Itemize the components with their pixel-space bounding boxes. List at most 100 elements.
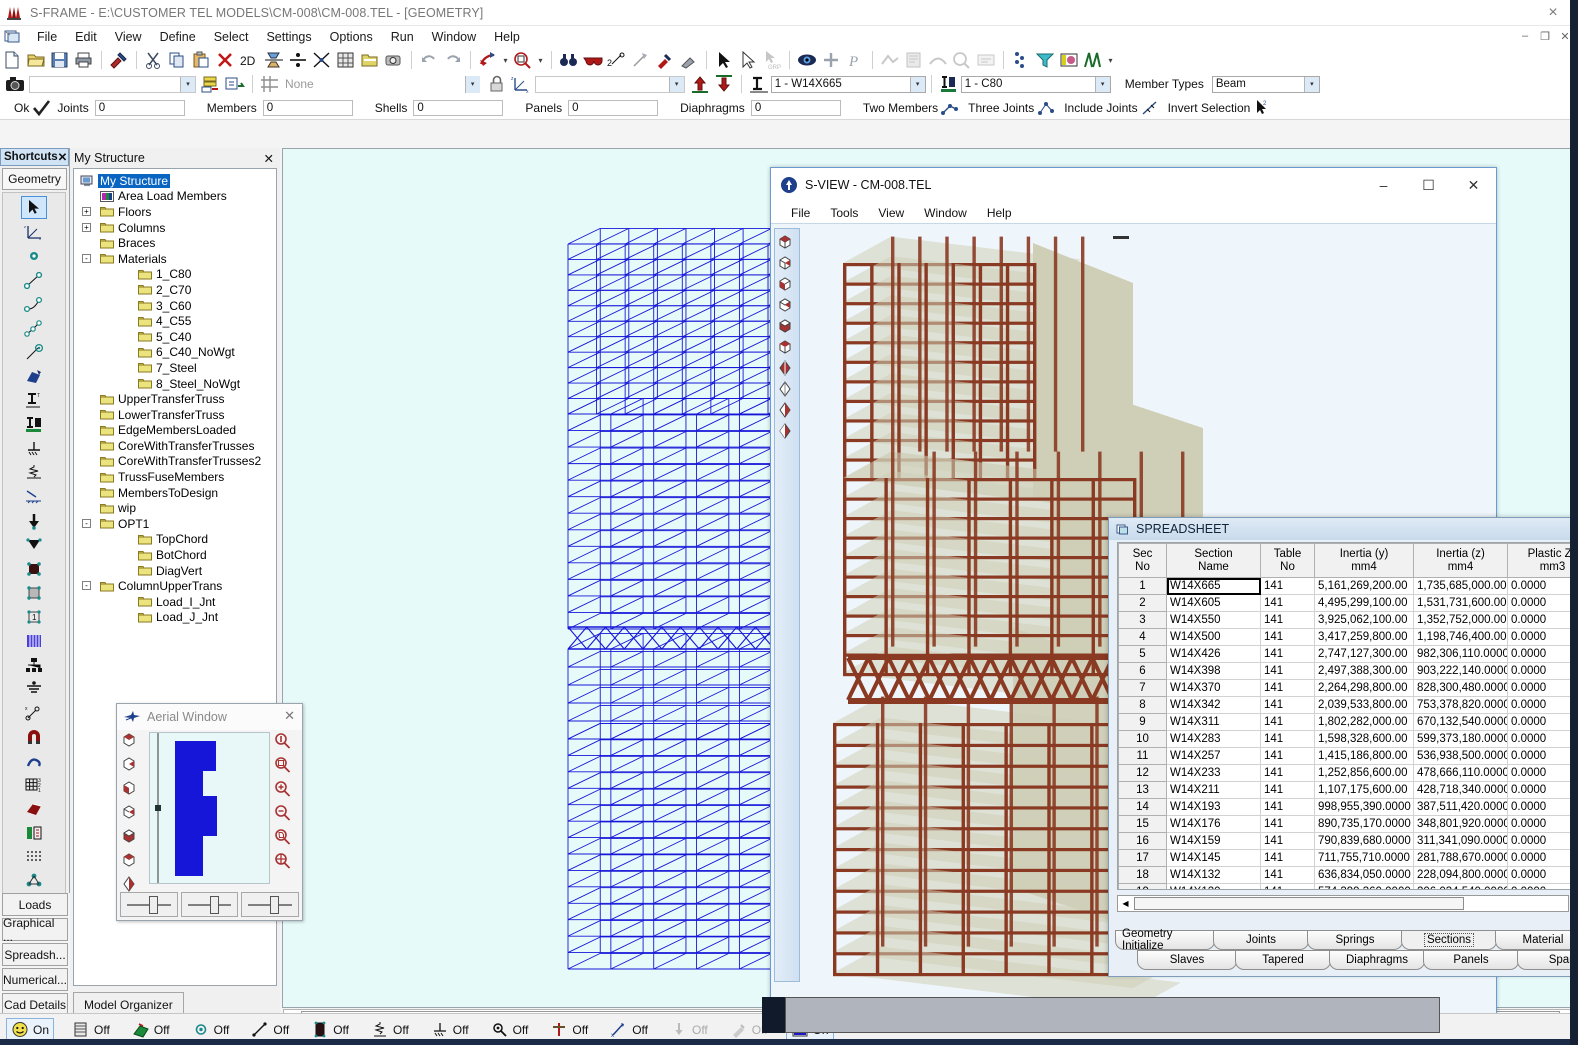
cell-sec-no[interactable]: 6 xyxy=(1119,663,1167,680)
multi-member-tool-icon[interactable] xyxy=(21,316,47,339)
tree-node-load-j-jnt[interactable]: Load_J_Jnt xyxy=(76,610,276,626)
aerial-view-iso4-icon[interactable] xyxy=(121,804,143,824)
camera-icon[interactable] xyxy=(4,74,26,94)
tree-node-floors[interactable]: +Floors xyxy=(76,204,276,220)
select-grp-icon[interactable]: GRP xyxy=(761,50,783,70)
cell-sec-no[interactable]: 15 xyxy=(1119,816,1167,833)
table-row[interactable]: 8W14X3421412,039,533,800.00753,378,820.0… xyxy=(1119,697,1578,714)
mdi-restore-button[interactable]: ❐ xyxy=(1536,28,1554,44)
menu-edit[interactable]: Edit xyxy=(66,28,106,46)
cell-inertia-y[interactable]: 574,399,360.0000 xyxy=(1315,884,1414,891)
cell-inertia-z[interactable]: 903,222,140.0000 xyxy=(1414,663,1508,680)
cell-table-no[interactable]: 141 xyxy=(1261,629,1315,646)
cell-inertia-z[interactable]: 281,788,670.0000 xyxy=(1414,850,1508,867)
camera-group-icon[interactable] xyxy=(383,50,405,70)
include-joints-icon[interactable] xyxy=(1139,98,1161,118)
cell-inertia-z[interactable]: 536,938,500.0000 xyxy=(1414,748,1508,765)
view-iso4-icon[interactable] xyxy=(777,297,797,315)
cell-plastic-zy[interactable]: 0.0000 xyxy=(1508,680,1578,697)
cell-inertia-z[interactable]: 670,132,540.0000 xyxy=(1414,714,1508,731)
numbering-tool-icon[interactable]: 321 xyxy=(21,774,47,797)
shell-select-tool-icon[interactable] xyxy=(21,557,47,580)
menu-define[interactable]: Define xyxy=(151,28,205,46)
mirror-icon[interactable] xyxy=(263,50,285,70)
cell-plastic-zy[interactable]: 0.0000 xyxy=(1508,816,1578,833)
panels-count-field[interactable]: 0 xyxy=(568,100,658,116)
column-header-5[interactable]: Plastic Zymm3 xyxy=(1508,544,1578,578)
cell-table-no[interactable]: 141 xyxy=(1261,714,1315,731)
delete-icon[interactable] xyxy=(215,50,237,70)
table-row[interactable]: 5W14X4261412,747,127,300.00982,306,110.0… xyxy=(1119,646,1578,663)
cell-inertia-y[interactable]: 998,955,390.0000 xyxy=(1315,799,1414,816)
view-front-icon[interactable] xyxy=(777,318,797,336)
invert-selection-icon[interactable]: 2 xyxy=(1251,98,1273,118)
chevron-down-icon[interactable]: ▾ xyxy=(910,77,925,92)
dist-load-tool-icon[interactable] xyxy=(21,533,47,556)
tree-node-edgemembersloaded[interactable]: EdgeMembersLoaded xyxy=(76,423,276,439)
view-iso2-icon[interactable] xyxy=(777,255,797,273)
tree-node-memberstodesign[interactable]: MembersToDesign xyxy=(76,485,276,501)
binoculars-icon[interactable] xyxy=(558,50,580,70)
aerial-slider-x[interactable] xyxy=(120,892,178,917)
cell-inertia-z[interactable]: 206,034,540.0000 xyxy=(1414,884,1508,891)
cell-sec-no[interactable]: 18 xyxy=(1119,867,1167,884)
status-toggle-section[interactable]: Off xyxy=(307,1019,353,1040)
cell-inertia-z[interactable]: 1,352,752,000.00 xyxy=(1414,612,1508,629)
tools-icon[interactable] xyxy=(108,50,130,70)
close-icon[interactable]: ✕ xyxy=(264,151,274,166)
cell-inertia-z[interactable]: 387,511,420.0000 xyxy=(1414,799,1508,816)
status-toggle-joint[interactable]: Off xyxy=(188,1019,234,1040)
cell-plastic-zy[interactable]: 0.0000 xyxy=(1508,833,1578,850)
support-tool-icon[interactable] xyxy=(21,437,47,460)
aerial-minimap[interactable] xyxy=(149,732,270,884)
numerical-button[interactable]: Numerical... xyxy=(2,968,68,991)
cell-inertia-y[interactable]: 2,747,127,300.00 xyxy=(1315,646,1414,663)
select-hollow-arrow-icon[interactable] xyxy=(737,50,759,70)
chevron-down-icon[interactable]: ▾ xyxy=(669,77,684,92)
column-header-2[interactable]: TableNo xyxy=(1261,544,1315,578)
table-row[interactable]: 14W14X193141998,955,390.0000387,511,420.… xyxy=(1119,799,1578,816)
cell-section-name[interactable]: W14X176 xyxy=(1167,816,1261,833)
cell-inertia-y[interactable]: 1,598,328,600.00 xyxy=(1315,731,1414,748)
spreadsheet-tab-slaves[interactable]: Slaves xyxy=(1137,950,1237,970)
numbered-panel-tool-icon[interactable]: 1 xyxy=(21,605,47,628)
cell-section-name[interactable]: W14X211 xyxy=(1167,782,1261,799)
three-joints-label[interactable]: Three Joints xyxy=(968,101,1034,115)
joints-count-field[interactable]: 0 xyxy=(95,100,185,116)
cell-sec-no[interactable]: 16 xyxy=(1119,833,1167,850)
eye-icon[interactable] xyxy=(796,50,818,70)
spreadsheet-tab-sections[interactable]: Sections xyxy=(1401,930,1497,950)
table-row[interactable]: 7W14X3701412,264,298,800.00828,300,480.0… xyxy=(1119,680,1578,697)
cell-inertia-y[interactable]: 3,925,062,100.00 xyxy=(1315,612,1414,629)
status-toggle-spring[interactable]: Off xyxy=(367,1019,413,1040)
redo-icon[interactable] xyxy=(442,50,464,70)
magnet-tool-icon[interactable] xyxy=(21,726,47,749)
loads-button[interactable]: Loads xyxy=(2,893,68,916)
status-toggle-smiley[interactable]: On xyxy=(6,1018,54,1041)
dots-chain-icon[interactable] xyxy=(1010,50,1032,70)
menu-file[interactable]: File xyxy=(28,28,66,46)
menu-settings[interactable]: Settings xyxy=(257,28,320,46)
cell-plastic-zy[interactable]: 0.0000 xyxy=(1508,731,1578,748)
cell-table-no[interactable]: 141 xyxy=(1261,782,1315,799)
two-members-label[interactable]: Two Members xyxy=(863,101,938,115)
spreadsheet-tab-springs[interactable]: Springs xyxy=(1307,930,1403,950)
status-toggle-shell[interactable]: Off xyxy=(68,1019,114,1040)
table-row[interactable]: 13W14X2111411,107,175,600.00428,718,340.… xyxy=(1119,782,1578,799)
menu-run[interactable]: Run xyxy=(382,28,423,46)
cell-inertia-z[interactable]: 348,801,920.0000 xyxy=(1414,816,1508,833)
cell-section-name[interactable]: W14X665 xyxy=(1167,578,1261,595)
cell-inertia-z[interactable]: 599,373,180.0000 xyxy=(1414,731,1508,748)
cell-inertia-y[interactable]: 1,802,282,000.00 xyxy=(1315,714,1414,731)
table-row[interactable]: 3W14X5501413,925,062,100.001,352,752,000… xyxy=(1119,612,1578,629)
rigid-link-tool-icon[interactable] xyxy=(21,750,47,773)
sview-close-button[interactable]: ✕ xyxy=(1451,168,1496,202)
grid-combo[interactable]: ▾ xyxy=(320,76,480,93)
cell-inertia-z[interactable]: 753,378,820.0000 xyxy=(1414,697,1508,714)
cell-table-no[interactable]: 141 xyxy=(1261,850,1315,867)
tree-root-row[interactable]: My Structure xyxy=(76,173,276,189)
sview-menu-view[interactable]: View xyxy=(868,204,914,222)
cell-inertia-y[interactable]: 2,264,298,800.00 xyxy=(1315,680,1414,697)
add-plus-icon[interactable] xyxy=(820,50,842,70)
menu-window[interactable]: Window xyxy=(423,28,485,46)
